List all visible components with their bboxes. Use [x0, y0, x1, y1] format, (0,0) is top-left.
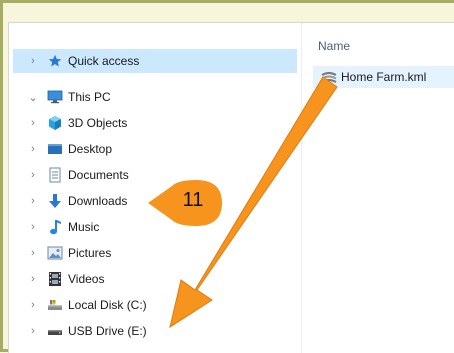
nav-item-label: USB Drive (E:) [68, 324, 147, 338]
nav-item-3d-objects[interactable]: › 3D Objects [27, 111, 127, 135]
pictures-icon [47, 245, 63, 261]
file-explorer-window: › Quick access ⌄ This PC › 3D Objects › [8, 22, 454, 353]
nav-item-label: Local Disk (C:) [68, 298, 147, 312]
kml-file-icon [321, 69, 337, 85]
step-number-label: 11 [182, 189, 204, 211]
chevron-down-icon[interactable]: ⌄ [27, 91, 39, 104]
download-arrow-icon [47, 193, 63, 209]
nav-item-label: Pictures [68, 246, 112, 260]
chevron-right-icon[interactable]: › [27, 195, 39, 207]
usb-drive-icon [47, 323, 63, 339]
nav-item-label: This PC [68, 90, 111, 104]
nav-item-quick-access[interactable]: › Quick access [13, 49, 297, 73]
file-row-home-farm[interactable]: Home Farm.kml [313, 66, 454, 88]
nav-item-pictures[interactable]: › Pictures [27, 241, 111, 265]
computer-icon [47, 89, 63, 105]
cube-icon [47, 115, 63, 131]
star-icon [47, 53, 63, 69]
chevron-right-icon[interactable]: › [27, 247, 39, 259]
chevron-right-icon[interactable]: › [27, 169, 39, 181]
navigation-pane: › Quick access ⌄ This PC › 3D Objects › [9, 23, 301, 353]
nav-item-music[interactable]: › Music [27, 215, 99, 239]
nav-item-label: Videos [68, 272, 105, 286]
chevron-right-icon[interactable]: › [27, 221, 39, 233]
nav-item-this-pc[interactable]: ⌄ This PC [13, 85, 111, 109]
file-name: Home Farm.kml [341, 70, 427, 84]
chevron-right-icon[interactable]: › [27, 273, 39, 285]
nav-item-label: 3D Objects [68, 116, 128, 130]
chevron-right-icon[interactable]: › [27, 117, 39, 129]
pane-divider[interactable] [301, 23, 302, 353]
document-icon [47, 167, 63, 183]
chevron-right-icon[interactable]: › [27, 299, 39, 311]
chevron-right-icon[interactable]: › [27, 325, 39, 337]
desktop-icon [47, 141, 63, 157]
nav-item-local-disk-c[interactable]: › Local Disk (C:) [27, 293, 147, 317]
nav-item-label: Music [68, 220, 100, 234]
nav-item-desktop[interactable]: › Desktop [27, 137, 112, 161]
nav-item-downloads[interactable]: › Downloads [27, 189, 127, 213]
nav-item-label: Quick access [68, 54, 140, 68]
nav-item-label: Desktop [68, 142, 113, 156]
local-disk-icon [47, 297, 63, 313]
nav-item-label: Downloads [68, 194, 128, 208]
nav-item-documents[interactable]: › Documents [27, 163, 129, 187]
film-icon [47, 271, 63, 287]
nav-item-usb-drive-e[interactable]: › USB Drive (E:) [27, 319, 147, 343]
column-header-name[interactable]: Name [318, 39, 350, 53]
nav-item-videos[interactable]: › Videos [27, 267, 104, 291]
chevron-right-icon[interactable]: › [27, 55, 39, 67]
chevron-right-icon[interactable]: › [27, 143, 39, 155]
nav-item-label: Documents [68, 168, 129, 182]
music-note-icon [47, 219, 63, 235]
